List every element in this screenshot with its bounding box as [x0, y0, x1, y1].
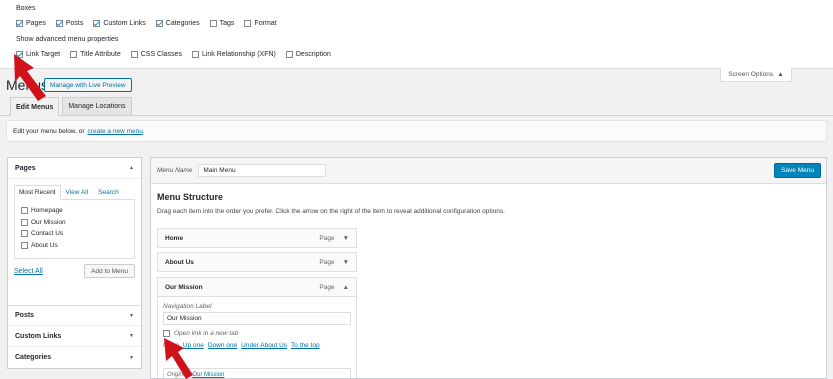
menu-structure-heading: Menu Structure — [157, 192, 224, 202]
boxes-heading: Boxes — [16, 5, 36, 12]
select-all-link[interactable]: Select All — [14, 268, 43, 275]
checkbox-icon[interactable] — [244, 20, 252, 27]
caret-down-icon[interactable]: ▼ — [343, 259, 349, 266]
box-option-pages[interactable]: Pages — [16, 20, 46, 27]
box-option-tags[interactable]: Tags — [209, 20, 234, 27]
caret-down-icon[interactable]: ▼ — [343, 235, 349, 242]
checkbox-icon[interactable] — [16, 20, 23, 27]
caret-down-icon: ▼ — [129, 312, 134, 319]
pages-accordion-header[interactable]: Pages ▲ — [8, 158, 141, 179]
box-option-format[interactable]: Format — [244, 20, 277, 27]
checkbox-icon[interactable] — [285, 51, 293, 58]
annotation-arrow-icon — [14, 54, 46, 101]
tab-manage-locations[interactable]: Manage Locations — [62, 97, 132, 115]
live-preview-button[interactable]: Manage with Live Preview — [44, 78, 132, 92]
custom-links-accordion-header[interactable]: Custom Links ▼ — [8, 326, 141, 347]
pages-checklist: Homepage Our Mission Contact Us About Us — [14, 199, 135, 259]
advanced-option-xfn[interactable]: Link Relationship (XFN) — [191, 51, 276, 58]
checkbox-icon[interactable] — [163, 330, 170, 337]
menu-name-label: Menu Name — [157, 167, 193, 174]
move-top-link[interactable]: To the top — [291, 342, 320, 349]
menu-items-sidebar: Pages ▲ Most Recent View All Search Home… — [7, 157, 142, 369]
add-to-menu-button[interactable]: Add to Menu — [84, 264, 135, 278]
original-link[interactable]: Our Mission — [192, 372, 224, 378]
pages-tabs: Most Recent View All Search — [14, 185, 135, 200]
caret-up-icon[interactable]: ▲ — [343, 284, 349, 291]
annotation-arrow-icon — [164, 338, 193, 379]
caret-up-icon: ▲ — [777, 71, 784, 78]
box-option-categories[interactable]: Categories — [155, 20, 200, 27]
tab-view-all[interactable]: View All — [61, 185, 94, 200]
menu-item-about-us[interactable]: About Us Page ▼ — [157, 252, 357, 272]
create-menu-link[interactable]: create a new menu — [88, 128, 143, 135]
checkbox-icon[interactable] — [21, 241, 28, 249]
categories-accordion-header[interactable]: Categories ▼ — [8, 347, 141, 368]
nav-label-input[interactable]: Our Mission — [163, 312, 351, 325]
advanced-row: Link Target Title Attribute CSS Classes … — [16, 51, 331, 58]
list-item[interactable]: Contact Us — [21, 228, 128, 240]
save-menu-button[interactable]: Save Menu — [774, 163, 821, 178]
advanced-option-description[interactable]: Description — [285, 51, 331, 58]
move-under-link[interactable]: Under About Us — [241, 342, 287, 349]
checkbox-icon[interactable] — [209, 20, 217, 27]
checkbox-icon[interactable] — [70, 51, 78, 58]
tab-most-recent[interactable]: Most Recent — [14, 185, 61, 200]
screen-options-toggle[interactable]: Screen Options ▲ — [720, 68, 792, 82]
menu-item-home[interactable]: Home Page ▼ — [157, 228, 357, 248]
posts-accordion-header[interactable]: Posts ▼ — [8, 305, 141, 326]
list-item[interactable]: Our Mission — [21, 217, 128, 229]
pages-panel: Most Recent View All Search Homepage Our… — [8, 179, 141, 305]
open-new-tab-option[interactable]: Open link in a new tab — [163, 330, 351, 337]
checkbox-icon[interactable] — [130, 51, 138, 58]
caret-up-icon: ▲ — [129, 165, 134, 171]
box-option-posts[interactable]: Posts — [55, 20, 83, 27]
checkbox-icon[interactable] — [55, 20, 63, 27]
advanced-heading: Show advanced menu properties — [16, 36, 119, 43]
boxes-row: Pages Posts Custom Links Categories Tags… — [16, 20, 277, 27]
list-item[interactable]: Homepage — [21, 205, 128, 217]
caret-down-icon: ▼ — [129, 354, 134, 361]
menu-header: Menu Name Main Menu Save Menu — [151, 158, 826, 184]
box-option-custom-links[interactable]: Custom Links — [93, 20, 146, 27]
menu-structure-description: Drag each item into the order you prefer… — [157, 208, 505, 215]
screen-options-panel: Boxes Pages Posts Custom Links Categorie… — [0, 0, 833, 69]
checkbox-icon[interactable] — [21, 207, 28, 215]
checkbox-icon[interactable] — [93, 20, 101, 27]
pages-accordion: Pages ▲ Most Recent View All Search Home… — [7, 157, 142, 369]
checkbox-icon[interactable] — [21, 230, 28, 238]
caret-down-icon: ▼ — [129, 333, 134, 339]
move-down-link[interactable]: Down one — [208, 342, 237, 349]
menu-item-our-mission[interactable]: Our Mission Page ▲ — [157, 277, 357, 297]
menu-name-field[interactable]: Main Menu — [198, 164, 327, 177]
menu-management-panel: Menu Name Main Menu Save Menu Menu Struc… — [150, 157, 827, 379]
checkbox-icon[interactable] — [155, 20, 163, 27]
checkbox-icon[interactable] — [191, 51, 199, 58]
advanced-option-css-classes[interactable]: CSS Classes — [130, 51, 182, 58]
checkbox-icon[interactable] — [21, 218, 28, 226]
advanced-option-title-attribute[interactable]: Title Attribute — [70, 51, 121, 58]
list-item[interactable]: About Us — [21, 240, 128, 252]
intro-notice: Edit your menu below, or create a new me… — [6, 120, 827, 142]
tab-search[interactable]: Search — [93, 185, 124, 200]
pages-footer: Select All Add to Menu — [14, 264, 135, 278]
nav-label-label: Navigation Label — [163, 303, 212, 310]
